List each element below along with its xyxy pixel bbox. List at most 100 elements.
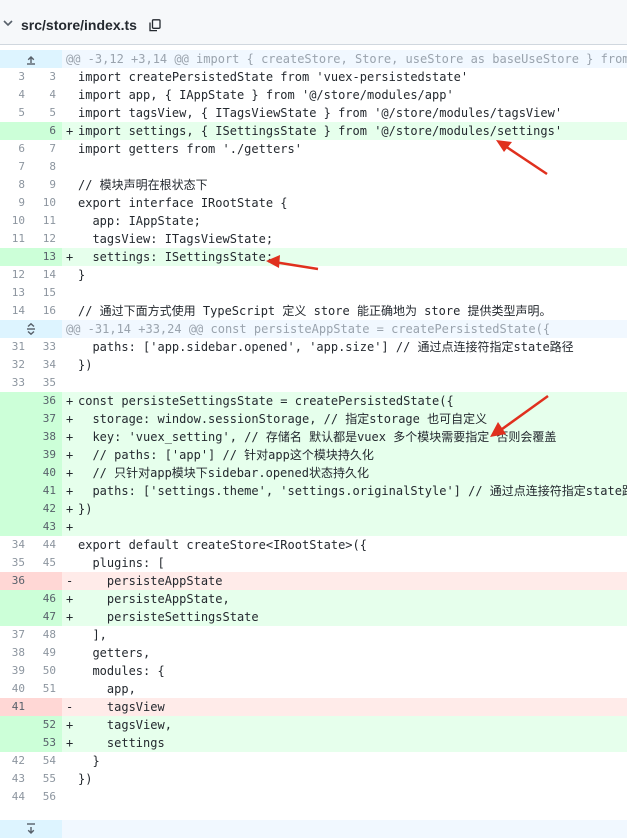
old-line-number[interactable]: 7	[0, 158, 31, 176]
new-line-number[interactable]: 8	[31, 158, 62, 176]
new-line-number[interactable]: 4	[31, 86, 62, 104]
old-line-number[interactable]: 44	[0, 788, 31, 806]
code-line: })	[62, 356, 627, 374]
old-line-number[interactable]: 32	[0, 356, 31, 374]
code-line: - persisteAppState	[62, 572, 627, 590]
new-line-number[interactable]: 13	[31, 248, 62, 266]
old-line-number[interactable]	[0, 122, 31, 140]
new-line-number[interactable]: 46	[31, 590, 62, 608]
old-line-number[interactable]: 34	[0, 536, 31, 554]
old-line-number[interactable]	[0, 482, 31, 500]
old-line-number[interactable]	[0, 248, 31, 266]
diff-line: 11 12 tagsView: ITagsViewState;	[0, 230, 627, 248]
diff-sign: +	[66, 466, 74, 480]
expand-down-button[interactable]	[0, 820, 62, 838]
new-line-number[interactable]: 38	[31, 428, 62, 446]
new-line-number[interactable]: 56	[31, 788, 62, 806]
code-text: persisteAppState	[78, 574, 223, 588]
old-line-number[interactable]: 5	[0, 104, 31, 122]
new-line-number[interactable]	[31, 698, 62, 716]
old-line-number[interactable]: 14	[0, 302, 31, 320]
new-line-number[interactable]: 6	[31, 122, 62, 140]
expand-button[interactable]	[0, 320, 62, 338]
new-line-number[interactable]: 52	[31, 716, 62, 734]
code-text: paths: ['settings.theme', 'settings.orig…	[78, 484, 627, 498]
old-line-number[interactable]	[0, 446, 31, 464]
old-line-number[interactable]	[0, 734, 31, 752]
old-line-number[interactable]: 9	[0, 194, 31, 212]
new-line-number[interactable]: 53	[31, 734, 62, 752]
new-line-number[interactable]: 10	[31, 194, 62, 212]
expand-button[interactable]	[0, 50, 62, 68]
old-line-number[interactable]: 39	[0, 662, 31, 680]
code-line: import app, { IAppState } from '@/store/…	[62, 86, 627, 104]
old-line-number[interactable]: 38	[0, 644, 31, 662]
new-line-number[interactable]: 7	[31, 140, 62, 158]
new-line-number[interactable]: 11	[31, 212, 62, 230]
old-line-number[interactable]: 11	[0, 230, 31, 248]
new-line-number[interactable]: 9	[31, 176, 62, 194]
new-line-number[interactable]: 15	[31, 284, 62, 302]
old-line-number[interactable]	[0, 518, 31, 536]
old-line-number[interactable]	[0, 464, 31, 482]
new-line-number[interactable]: 40	[31, 464, 62, 482]
file-path[interactable]: src/store/index.ts	[21, 17, 137, 33]
new-line-number[interactable]: 50	[31, 662, 62, 680]
old-line-number[interactable]: 8	[0, 176, 31, 194]
new-line-number[interactable]: 14	[31, 266, 62, 284]
hunk-header: @@ -31,14 +33,24 @@ const persisteAppSta…	[0, 320, 627, 338]
new-line-number[interactable]: 39	[31, 446, 62, 464]
new-line-number[interactable]: 35	[31, 374, 62, 392]
old-line-number[interactable]: 41	[0, 698, 31, 716]
new-line-number[interactable]: 51	[31, 680, 62, 698]
old-line-number[interactable]: 40	[0, 680, 31, 698]
new-line-number[interactable]: 12	[31, 230, 62, 248]
new-line-number[interactable]: 44	[31, 536, 62, 554]
code-text: // 只针对app模块下sidebar.opened状态持久化	[78, 466, 369, 480]
new-line-number[interactable]: 47	[31, 608, 62, 626]
expand-footer	[0, 820, 627, 838]
old-line-number[interactable]: 3	[0, 68, 31, 86]
old-line-number[interactable]: 6	[0, 140, 31, 158]
chevron-down-icon[interactable]	[2, 17, 14, 29]
expand-footer-content	[62, 820, 627, 838]
old-line-number[interactable]: 37	[0, 626, 31, 644]
new-line-number[interactable]: 49	[31, 644, 62, 662]
old-line-number[interactable]: 4	[0, 86, 31, 104]
new-line-number[interactable]: 43	[31, 518, 62, 536]
new-line-number[interactable]: 33	[31, 338, 62, 356]
copy-icon[interactable]	[149, 19, 161, 32]
old-line-number[interactable]: 13	[0, 284, 31, 302]
old-line-number[interactable]: 36	[0, 572, 31, 590]
old-line-number[interactable]: 12	[0, 266, 31, 284]
new-line-number[interactable]: 16	[31, 302, 62, 320]
new-line-number[interactable]: 5	[31, 104, 62, 122]
new-line-number[interactable]: 34	[31, 356, 62, 374]
new-line-number[interactable]: 36	[31, 392, 62, 410]
old-line-number[interactable]: 31	[0, 338, 31, 356]
code-text: const persisteSettingsState = createPers…	[78, 394, 454, 408]
new-line-number[interactable]: 42	[31, 500, 62, 518]
old-line-number[interactable]: 42	[0, 752, 31, 770]
new-line-number[interactable]: 55	[31, 770, 62, 788]
new-line-number[interactable]: 54	[31, 752, 62, 770]
old-line-number[interactable]	[0, 428, 31, 446]
new-line-number[interactable]: 37	[31, 410, 62, 428]
new-line-number[interactable]: 48	[31, 626, 62, 644]
new-line-number[interactable]	[31, 572, 62, 590]
old-line-number[interactable]	[0, 392, 31, 410]
old-line-number[interactable]: 33	[0, 374, 31, 392]
old-line-number[interactable]	[0, 608, 31, 626]
old-line-number[interactable]: 35	[0, 554, 31, 572]
old-line-number[interactable]: 10	[0, 212, 31, 230]
new-line-number[interactable]: 3	[31, 68, 62, 86]
new-line-number[interactable]: 45	[31, 554, 62, 572]
old-line-number[interactable]	[0, 716, 31, 734]
old-line-number[interactable]	[0, 500, 31, 518]
old-line-number[interactable]	[0, 410, 31, 428]
old-line-number[interactable]	[0, 590, 31, 608]
new-line-number[interactable]: 41	[31, 482, 62, 500]
file-header: src/store/index.ts	[0, 0, 627, 45]
old-line-number[interactable]: 43	[0, 770, 31, 788]
